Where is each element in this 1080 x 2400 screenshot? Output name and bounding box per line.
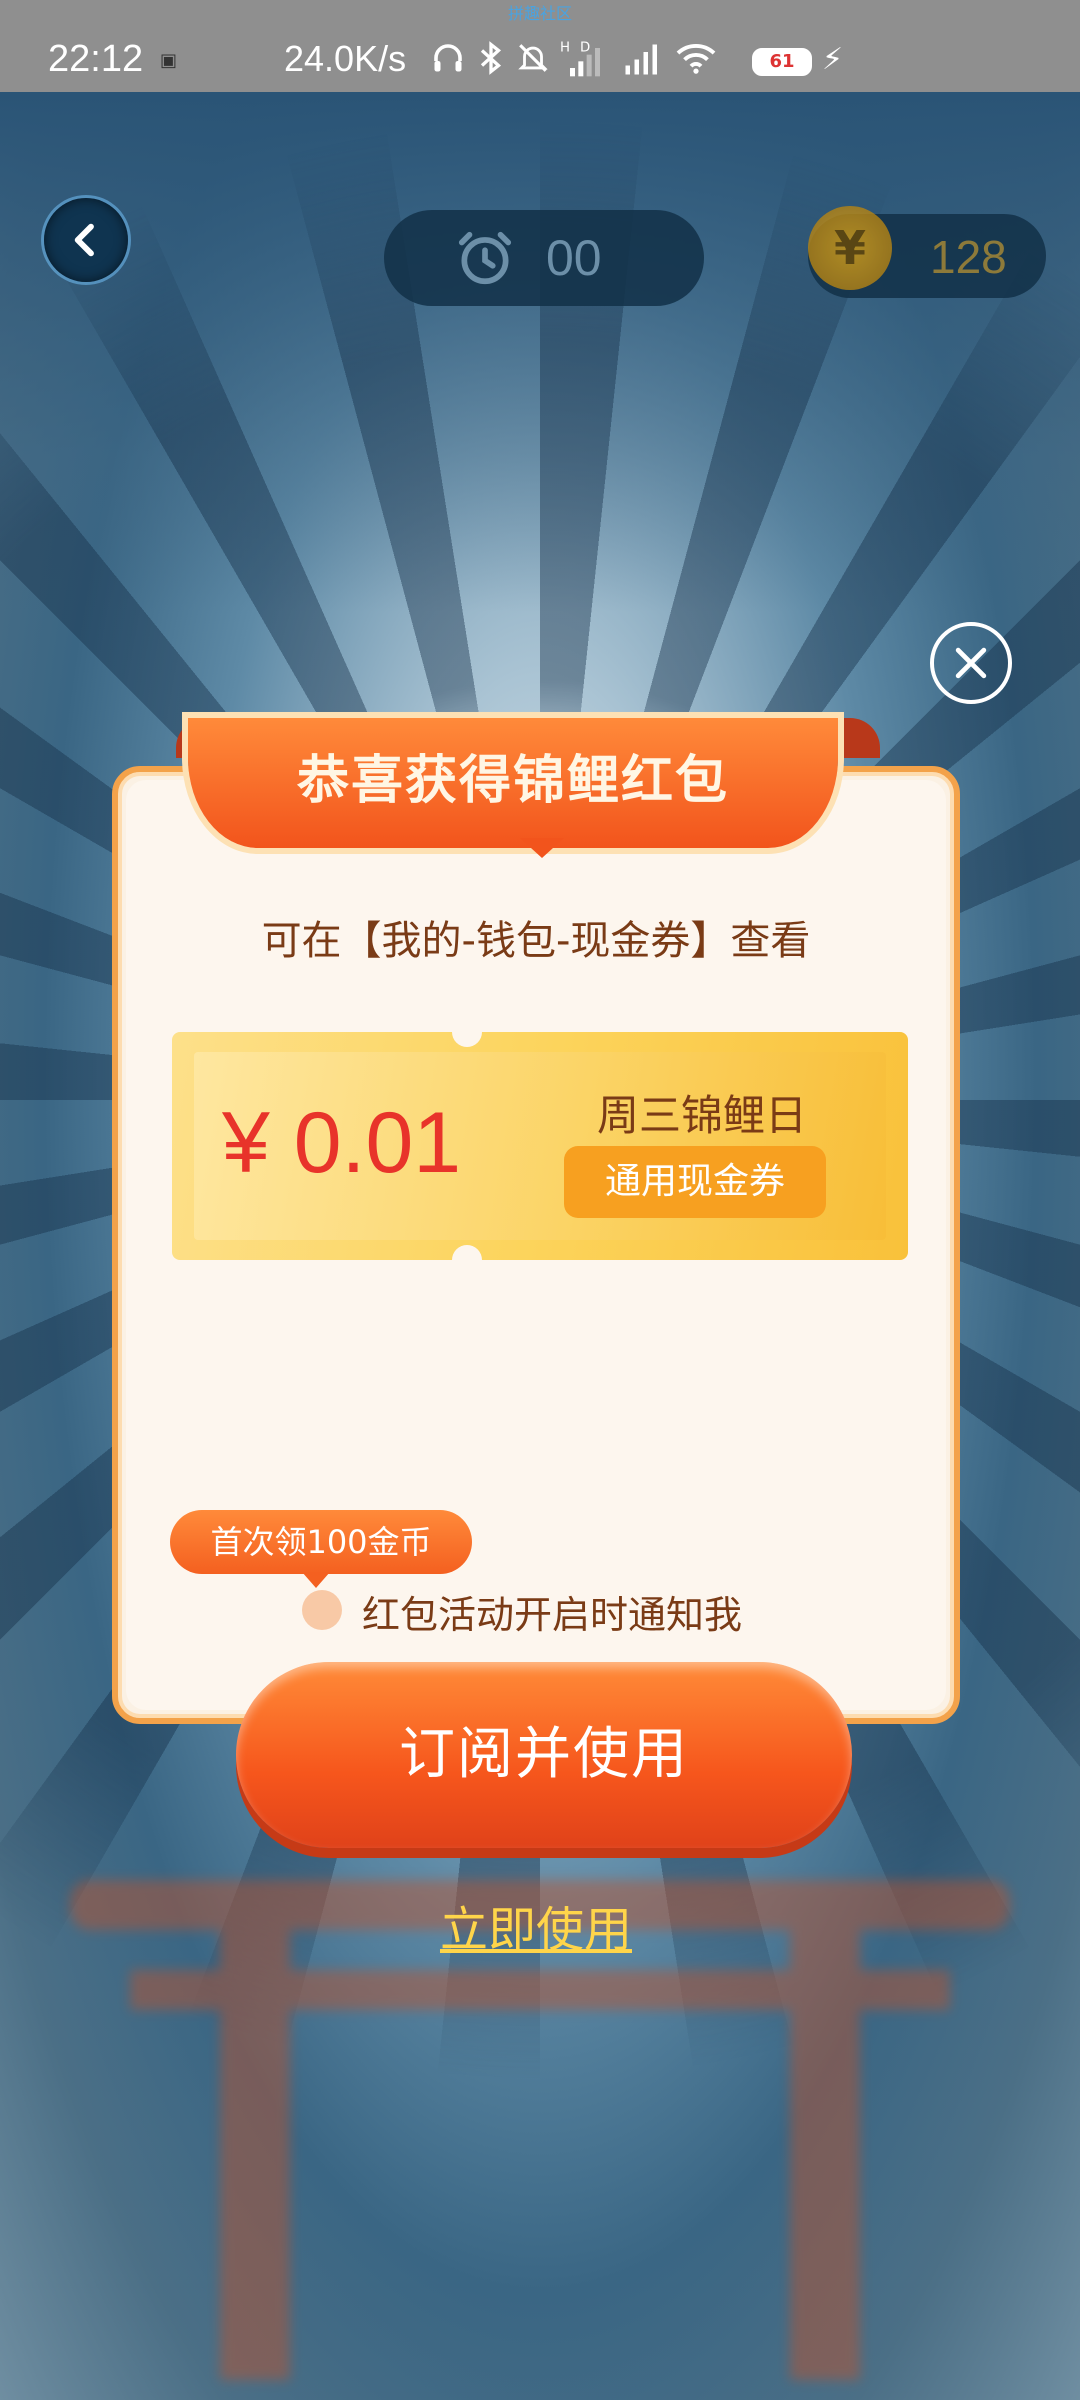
status-top-label: 拼趣社区	[508, 4, 573, 23]
notification-icon: ▣	[160, 50, 178, 71]
hd-signal-icon: HD	[560, 38, 610, 87]
dialog-title: 恭喜获得锦鲤红包	[296, 751, 729, 811]
charging-icon: ⚡	[822, 42, 844, 77]
coin-balance: ¥ 128	[808, 206, 1046, 298]
chevron-left-icon	[74, 223, 94, 257]
coupon-type-badge: 通用现金券	[564, 1146, 826, 1218]
coupon-name: 周三锦鲤日	[596, 1091, 807, 1140]
network-speed: 24.0K/s	[284, 38, 407, 79]
subscribe-and-use-button[interactable]: 订阅并使用	[236, 1662, 852, 1848]
mute-bell-icon	[516, 40, 550, 85]
coupon-amount: ¥ 0.01	[222, 1095, 462, 1191]
svg-text:HD: HD	[560, 40, 600, 55]
headphones-icon	[430, 40, 466, 85]
status-bar: 拼趣社区 22:12 ▣ 24.0K/s HD 61 ⚡	[0, 0, 1080, 92]
cash-coupon: ¥ 0.01 周三锦鲤日 通用现金券	[172, 1017, 908, 1275]
first-time-bonus-badge: 首次领100金币	[170, 1510, 472, 1574]
close-button[interactable]	[930, 622, 1012, 704]
timer-display: 00	[384, 210, 704, 306]
timer-value: 00	[546, 230, 602, 286]
back-button[interactable]	[44, 198, 128, 282]
use-now-link[interactable]: 立即使用	[112, 1890, 960, 1960]
alarm-clock-icon	[458, 231, 512, 285]
signal-icon	[620, 40, 664, 85]
dialog-hint-text: 可在【我的-钱包-现金券】查看	[261, 918, 811, 964]
wifi-icon	[674, 40, 718, 85]
battery-icon: 61	[752, 48, 812, 76]
coin-icon: ¥	[808, 206, 892, 290]
coin-value: 128	[930, 231, 1007, 283]
close-icon	[955, 647, 987, 679]
status-time: 22:12	[48, 38, 144, 80]
notify-checkbox-label[interactable]: 红包活动开启时通知我	[362, 1584, 742, 1639]
bluetooth-icon	[476, 40, 506, 85]
notify-checkbox[interactable]	[302, 1590, 342, 1630]
